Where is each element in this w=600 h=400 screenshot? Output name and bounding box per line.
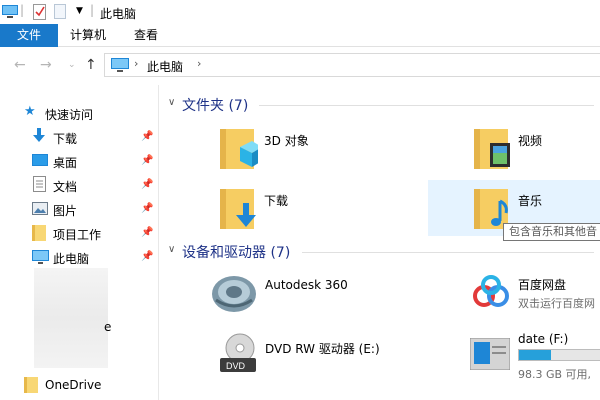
pane-divider[interactable] [158, 85, 159, 400]
tooltip: 包含音乐和其他音 [503, 223, 600, 241]
folder-tile-videos[interactable]: 视频 [466, 120, 600, 176]
section-header-devices[interactable]: ∨ 设备和驱动器 (7) [164, 242, 594, 262]
download-arrow-icon [32, 128, 46, 147]
folder-tile-3d-objects[interactable]: 3D 对象 [212, 120, 422, 176]
device-label: 百度网盘 [518, 278, 567, 292]
folder-tile-downloads[interactable]: 下载 [212, 180, 422, 236]
sidebar-item-quick-access[interactable]: ★ 快速访问 [0, 102, 158, 124]
pin-icon[interactable]: 📌 [141, 131, 153, 142]
3d-objects-folder-icon [218, 123, 262, 174]
device-label: Autodesk 360 [265, 278, 348, 292]
separator: | [90, 3, 95, 17]
pin-icon[interactable]: 📌 [141, 203, 153, 214]
section-title: 设备和驱动器 (7) [182, 245, 291, 261]
chevron-right-icon[interactable]: › [134, 57, 138, 70]
device-tile-baidu-netdisk[interactable]: 百度网盘 双击运行百度网 [466, 268, 600, 324]
tab-view[interactable]: 查看 [118, 24, 174, 47]
dvd-drive-icon: DVD [218, 332, 258, 381]
device-tile-dvd-drive[interactable]: DVD DVD RW 驱动器 (E:) [206, 330, 422, 386]
chevron-down-icon[interactable]: ∨ [168, 244, 175, 255]
sidebar-item-label: 桌面 [53, 156, 78, 170]
pin-icon[interactable]: 📌 [141, 227, 153, 238]
blurred-region [34, 268, 108, 368]
pin-icon[interactable]: 📌 [141, 155, 153, 166]
sidebar-item-label: 图片 [53, 204, 78, 218]
download-folder-icon [218, 183, 258, 234]
drive-icon [469, 337, 511, 373]
section-header-folders[interactable]: ∨ 文件夹 (7) [164, 95, 594, 115]
up-arrow-icon[interactable]: ↑ [85, 57, 97, 73]
window-title: 此电脑 [100, 7, 137, 21]
new-folder-icon[interactable] [54, 4, 66, 22]
device-label: DVD RW 驱动器 (E:) [265, 342, 380, 356]
folder-label: 视频 [518, 134, 543, 148]
tab-file[interactable]: 文件 [0, 24, 58, 47]
desktop-icon [32, 154, 48, 169]
forward-arrow-icon[interactable]: → [40, 57, 52, 73]
sidebar-item-label: 文档 [53, 180, 78, 194]
sidebar-item-documents[interactable]: 文档 📌 [0, 174, 158, 196]
device-label: date (F:) [518, 332, 569, 346]
ribbon-tabs: 文件 计算机 查看 [0, 24, 600, 47]
folder-icon [24, 377, 38, 396]
computer-icon [111, 58, 129, 75]
properties-icon[interactable] [33, 4, 47, 23]
sidebar-item-label: OneDrive [45, 378, 102, 392]
chevron-right-icon[interactable]: › [197, 57, 201, 70]
chevron-down-icon[interactable]: ∨ [168, 97, 175, 108]
back-arrow-icon[interactable]: ← [14, 57, 26, 73]
baidu-netdisk-icon [470, 272, 512, 317]
folder-label: 下载 [264, 194, 289, 208]
customize-toolbar-icon[interactable]: ▼ [76, 6, 83, 16]
picture-icon [32, 202, 48, 218]
address-location[interactable]: 此电脑 [147, 58, 183, 75]
sidebar-item-onedrive[interactable]: OneDrive [0, 374, 158, 396]
sidebar-item-pictures[interactable]: 图片 📌 [0, 198, 158, 220]
computer-icon [32, 250, 49, 267]
sidebar-item-this-pc[interactable]: 此电脑 📌 [0, 246, 158, 268]
sidebar-item-label: 下载 [53, 132, 78, 146]
partial-text: e [104, 320, 112, 334]
star-icon: ★ [24, 104, 36, 119]
folder-label: 音乐 [518, 194, 543, 208]
sidebar-item-project-work[interactable]: 项目工作 📌 [0, 222, 158, 244]
folder-icon [32, 225, 46, 244]
pin-icon[interactable]: 📌 [141, 251, 153, 262]
video-folder-icon [472, 123, 512, 174]
sidebar-item-label: 此电脑 [53, 252, 90, 266]
pin-icon[interactable]: 📌 [141, 179, 153, 190]
drive-usage-bar [518, 349, 600, 361]
section-title: 文件夹 (7) [182, 98, 249, 114]
title-bar: | ▼ | 此电脑 [0, 0, 600, 24]
device-subtitle: 98.3 GB 可用, [518, 368, 592, 381]
device-tile-autodesk-360[interactable]: Autodesk 360 [206, 268, 422, 324]
computer-icon[interactable] [2, 4, 18, 21]
autodesk-360-icon [210, 270, 258, 319]
section-divider [259, 105, 594, 106]
device-subtitle: 双击运行百度网 [518, 297, 595, 310]
folder-label: 3D 对象 [264, 134, 309, 148]
svg-text:DVD: DVD [226, 361, 246, 371]
sidebar-item-label: 项目工作 [53, 228, 102, 242]
address-bar[interactable]: › 此电脑 › [104, 53, 600, 77]
drive-usage-fill [519, 350, 551, 360]
sidebar-item-label: 快速访问 [45, 108, 94, 122]
sidebar-item-downloads[interactable]: 下载 📌 [0, 126, 158, 148]
tab-computer[interactable]: 计算机 [58, 24, 118, 47]
separator: | [20, 3, 25, 17]
recent-locations-icon[interactable]: ⌄ [68, 60, 76, 70]
sidebar-item-desktop[interactable]: 桌面 📌 [0, 150, 158, 172]
document-icon [33, 176, 46, 195]
section-divider [302, 252, 594, 253]
